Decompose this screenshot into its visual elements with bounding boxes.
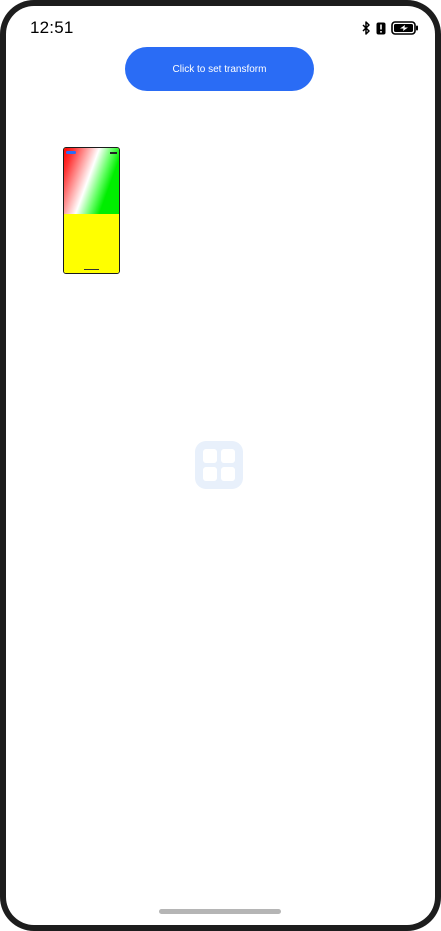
preview-gradient-area	[64, 148, 119, 214]
status-icons	[362, 20, 419, 36]
status-time: 12:51	[30, 18, 74, 37]
battery-charging-icon	[391, 21, 419, 35]
status-bar: 12:51	[6, 6, 435, 50]
transformed-preview	[63, 147, 120, 274]
screen: 12:51 Click to set transform	[6, 6, 435, 925]
bluetooth-icon	[362, 21, 371, 35]
grid-icon	[195, 441, 243, 489]
grid-cell	[203, 467, 217, 481]
grid-cell	[221, 449, 235, 463]
preview-status-bar	[66, 150, 117, 155]
set-transform-button[interactable]: Click to set transform	[125, 47, 314, 91]
device-frame: 12:51 Click to set transform	[0, 0, 441, 931]
preview-home-indicator	[84, 269, 99, 270]
preview-pill	[66, 151, 76, 154]
grid-cell	[221, 467, 235, 481]
preview-yellow-area	[64, 214, 119, 273]
home-indicator[interactable]	[159, 909, 281, 914]
alert-icon	[376, 22, 386, 35]
grid-cell	[203, 449, 217, 463]
preview-status-icons	[110, 151, 117, 154]
